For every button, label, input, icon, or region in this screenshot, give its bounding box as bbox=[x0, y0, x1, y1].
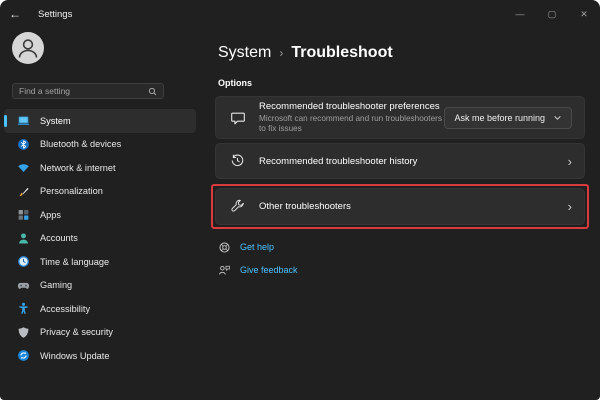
sidebar-item-label: Bluetooth & devices bbox=[40, 139, 121, 149]
sidebar-item-time-language[interactable]: Time & language bbox=[4, 250, 196, 274]
card-other-troubleshooters[interactable]: Other troubleshooters › bbox=[215, 188, 585, 225]
feedback-icon bbox=[218, 264, 231, 277]
comment-bubble-icon bbox=[230, 110, 246, 126]
person-icon bbox=[12, 32, 44, 64]
chevron-right-icon: › bbox=[568, 155, 572, 168]
titlebar: ← Settings — ▢ ✕ bbox=[0, 0, 600, 28]
sidebar-item-apps[interactable]: Apps bbox=[4, 203, 196, 227]
apps-icon bbox=[17, 208, 30, 221]
close-icon: ✕ bbox=[580, 9, 588, 20]
sidebar-item-label: Privacy & security bbox=[40, 327, 113, 337]
options-section-label: Options bbox=[218, 78, 252, 88]
link-label: Give feedback bbox=[240, 265, 298, 275]
card-text: Recommended troubleshooter history bbox=[259, 156, 568, 167]
sidebar-nav: System Bluetooth & devices Network & int… bbox=[0, 109, 200, 368]
card-title: Recommended troubleshooter preferences bbox=[259, 101, 444, 112]
sidebar-item-system[interactable]: System bbox=[4, 109, 196, 133]
card-title: Recommended troubleshooter history bbox=[259, 156, 568, 167]
get-help-link[interactable]: Get help bbox=[218, 240, 298, 254]
selected-indicator bbox=[4, 115, 7, 127]
brush-icon bbox=[17, 185, 30, 198]
minimize-button[interactable]: — bbox=[504, 0, 536, 28]
update-sync-icon bbox=[17, 349, 30, 362]
sidebar-item-label: Network & internet bbox=[40, 163, 116, 173]
sidebar-item-label: Personalization bbox=[40, 186, 103, 196]
sidebar-item-label: System bbox=[40, 116, 71, 126]
window-title: Settings bbox=[38, 9, 72, 20]
bluetooth-icon bbox=[17, 138, 30, 151]
minimize-icon: — bbox=[516, 9, 525, 19]
card-text: Other troubleshooters bbox=[259, 201, 568, 212]
close-button[interactable]: ✕ bbox=[568, 0, 600, 28]
sidebar-item-label: Windows Update bbox=[40, 351, 109, 361]
game-controller-icon bbox=[17, 279, 30, 292]
troubleshooter-preference-dropdown[interactable]: Ask me before running bbox=[444, 107, 572, 129]
accessibility-icon bbox=[17, 302, 30, 315]
dropdown-selected-value: Ask me before running bbox=[454, 113, 545, 123]
sidebar-item-windows-update[interactable]: Windows Update bbox=[4, 344, 196, 368]
clock-icon bbox=[17, 255, 30, 268]
sidebar-item-label: Gaming bbox=[40, 280, 72, 290]
chevron-down-icon bbox=[553, 113, 562, 122]
sidebar-item-gaming[interactable]: Gaming bbox=[4, 274, 196, 298]
card-title: Other troubleshooters bbox=[259, 201, 568, 212]
sidebar-item-personalization[interactable]: Personalization bbox=[4, 180, 196, 204]
card-recommended-troubleshooter-history[interactable]: Recommended troubleshooter history › bbox=[215, 143, 585, 179]
give-feedback-link[interactable]: Give feedback bbox=[218, 263, 298, 277]
breadcrumb: System › Troubleshoot bbox=[218, 44, 393, 62]
sidebar-item-accessibility[interactable]: Accessibility bbox=[4, 297, 196, 321]
maximize-icon: ▢ bbox=[548, 9, 557, 20]
window-controls: — ▢ ✕ bbox=[504, 0, 600, 28]
help-links: Get help Give feedback bbox=[218, 240, 298, 286]
chevron-right-icon: › bbox=[568, 200, 572, 213]
red-highlight-annotation: Other troubleshooters › bbox=[211, 184, 589, 229]
sidebar-item-label: Apps bbox=[40, 210, 61, 220]
search-input[interactable] bbox=[19, 86, 148, 96]
sidebar: System Bluetooth & devices Network & int… bbox=[0, 28, 200, 400]
back-button[interactable]: ← bbox=[0, 0, 30, 28]
user-avatar[interactable] bbox=[12, 32, 44, 64]
sidebar-item-network-internet[interactable]: Network & internet bbox=[4, 156, 196, 180]
person-icon bbox=[17, 232, 30, 245]
link-label: Get help bbox=[240, 242, 274, 252]
back-arrow-icon: ← bbox=[9, 7, 21, 21]
settings-cards: Recommended troubleshooter preferences M… bbox=[215, 96, 585, 229]
card-subtitle: Microsoft can recommend and run troubles… bbox=[259, 114, 444, 134]
main-content: System › Troubleshoot Options Recommende… bbox=[200, 28, 600, 400]
shield-icon bbox=[17, 326, 30, 339]
help-lifebuoy-icon bbox=[218, 241, 231, 254]
sidebar-item-label: Accessibility bbox=[40, 304, 90, 314]
breadcrumb-separator: › bbox=[279, 46, 283, 60]
breadcrumb-system[interactable]: System bbox=[218, 44, 271, 62]
settings-window: ← Settings — ▢ ✕ bbox=[0, 0, 600, 400]
wifi-icon bbox=[17, 161, 30, 174]
page-title: Troubleshoot bbox=[291, 44, 392, 62]
maximize-button[interactable]: ▢ bbox=[536, 0, 568, 28]
wrench-icon bbox=[230, 199, 246, 215]
sidebar-item-accounts[interactable]: Accounts bbox=[4, 227, 196, 251]
card-text: Recommended troubleshooter preferences M… bbox=[259, 101, 444, 134]
sidebar-item-bluetooth-devices[interactable]: Bluetooth & devices bbox=[4, 133, 196, 157]
history-icon bbox=[230, 153, 246, 169]
sidebar-item-privacy-security[interactable]: Privacy & security bbox=[4, 321, 196, 345]
card-recommended-troubleshooter-preferences: Recommended troubleshooter preferences M… bbox=[215, 96, 585, 139]
system-icon bbox=[17, 114, 30, 127]
search-icon bbox=[148, 87, 157, 96]
search-box bbox=[12, 83, 164, 99]
sidebar-item-label: Accounts bbox=[40, 233, 78, 243]
sidebar-item-label: Time & language bbox=[40, 257, 109, 267]
